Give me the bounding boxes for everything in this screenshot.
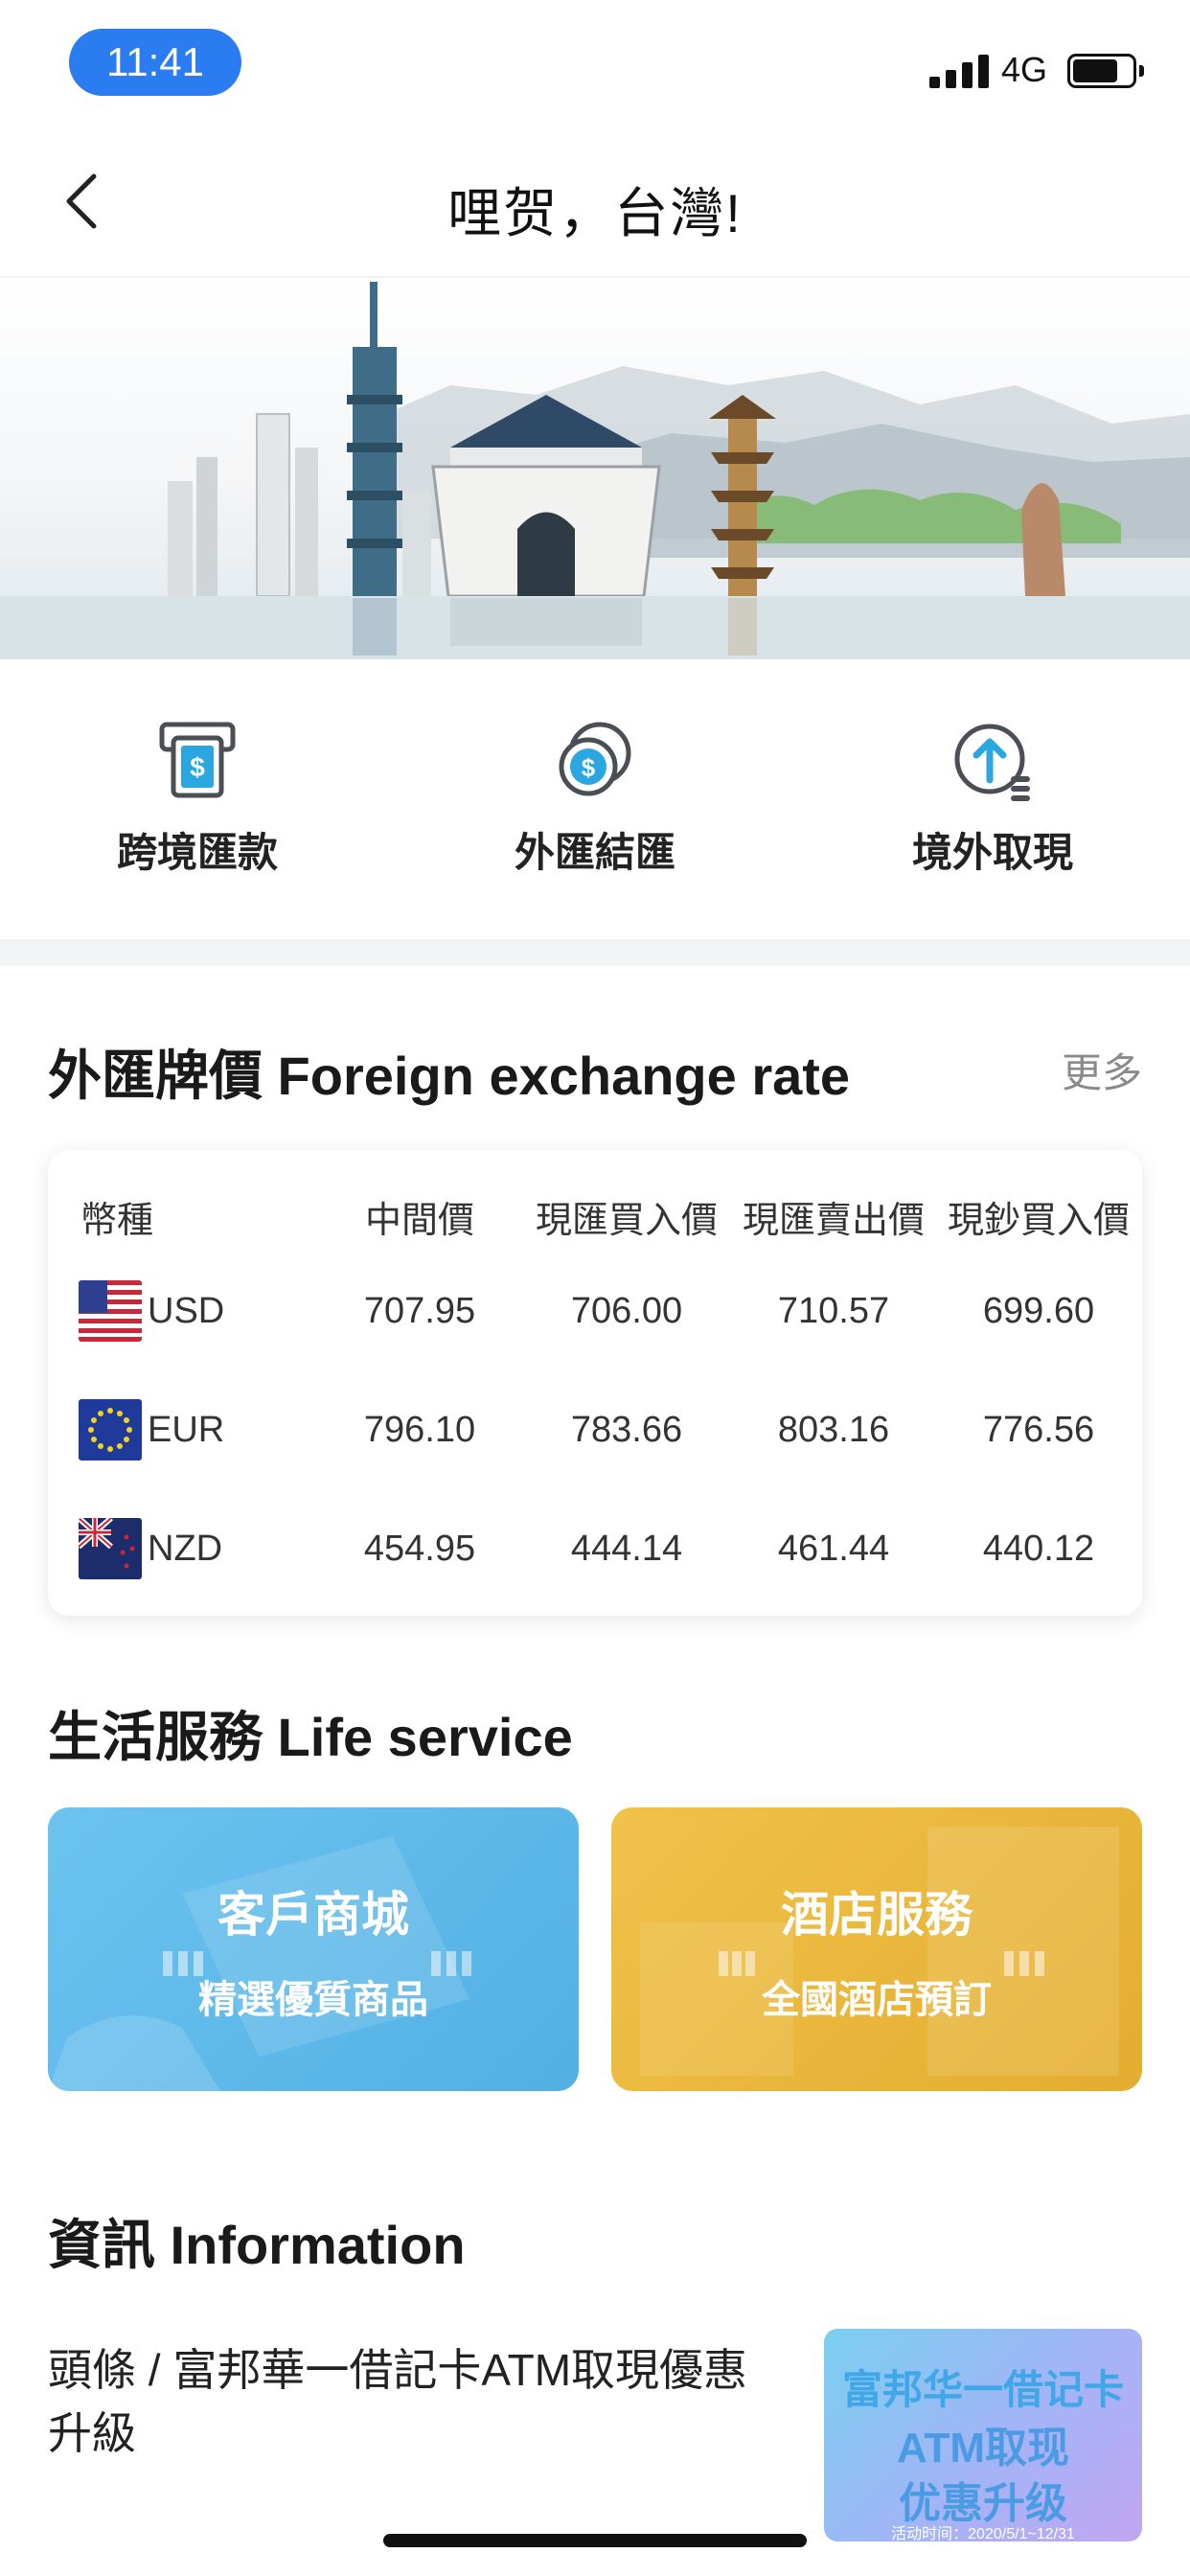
header-mid: 中間價 [364, 1201, 474, 1241]
fx-table-header: 幣種 中間價 現匯買入價 現匯賣出價 現鈔買入價 [48, 1192, 1142, 1250]
network-label: 4G [1001, 50, 1048, 89]
rate-cash-buy: 776.56 [982, 1410, 1095, 1450]
header-tt-sell: 現匯賣出價 [742, 1201, 925, 1241]
rate-mid: 454.95 [363, 1529, 476, 1569]
fx-section-title: 外匯牌價 Foreign exchange rate [48, 1046, 851, 1106]
fx-row-usd[interactable]: USD 707.95 706.00 710.57 699.60 [48, 1273, 1142, 1349]
rate-tt-buy: 444.14 [570, 1529, 683, 1569]
svg-text:$: $ [190, 752, 205, 782]
life-section-title: 生活服務 Life service [48, 1707, 573, 1767]
status-time: 11:41 [69, 29, 241, 96]
battery-tip [1139, 65, 1144, 77]
hotel-card-subtitle: 全國酒店預訂 [762, 1979, 992, 2021]
rate-cash-buy: 699.60 [982, 1291, 1095, 1331]
fx-row-eur[interactable]: EUR 796.10 783.66 803.16 776.56 [48, 1392, 1142, 1468]
nz-flag-icon [79, 1518, 142, 1579]
thumb-line: ATM取现 [896, 2425, 1070, 2472]
us-flag-icon [79, 1280, 142, 1342]
rate-tt-buy: 706.00 [570, 1291, 683, 1331]
rate-tt-sell: 803.16 [777, 1410, 890, 1450]
hotel-card-decoration [640, 1827, 1119, 2076]
quick-action-label: 跨境匯款 [116, 830, 278, 875]
quick-action-exchange[interactable]: $ 外匯結匯 [451, 717, 739, 879]
news-headline[interactable]: 頭條 / 富邦華一借記卡ATM取現優惠升級 [48, 2338, 776, 2465]
rate-tt-sell: 461.44 [777, 1529, 890, 1569]
upload-cash-icon [954, 724, 1030, 801]
fx-more-link[interactable]: 更多 [1062, 1041, 1142, 1099]
mall-card-decoration [48, 1836, 471, 2091]
mall-card[interactable]: 客戶商城 精選優質商品 [48, 1807, 579, 2091]
battery-icon [1067, 54, 1136, 88]
signal-icon [929, 54, 991, 88]
rate-tt-buy: 783.66 [570, 1410, 683, 1450]
quick-action-withdraw[interactable]: 境外取現 [849, 717, 1136, 879]
header-tt-buy: 現匯買入價 [535, 1201, 718, 1241]
rate-cash-buy: 440.12 [982, 1529, 1095, 1569]
svg-text:$: $ [582, 753, 596, 782]
quick-actions: $ 跨境匯款 $ 外匯結匯 境外取現 [0, 659, 1190, 939]
news-thumbnail[interactable]: 富邦华一借记卡 ATM取现 优惠升级 活动时间：2020/5/1~12/31 [824, 2329, 1142, 2542]
header-currency: 幣種 [80, 1201, 154, 1241]
nav-bar: 哩贺，台灣! [0, 125, 1190, 278]
page-title: 哩贺，台灣! [447, 183, 743, 243]
rate-mid: 796.10 [363, 1410, 476, 1450]
taiwan-banner-image [0, 280, 1190, 659]
coin-exchange-icon: $ [559, 722, 631, 796]
quick-action-label: 境外取現 [911, 830, 1073, 875]
status-bar: 11:41 4G [0, 0, 1190, 125]
currency-code: USD [148, 1291, 225, 1331]
info-section-title: 資訊 Information [48, 2215, 466, 2275]
rate-tt-sell: 710.57 [777, 1291, 890, 1331]
hotel-card-title: 酒店服務 [781, 1888, 973, 1942]
quick-action-label: 外匯結匯 [514, 830, 675, 875]
quick-action-remittance[interactable]: $ 跨境匯款 [54, 717, 341, 879]
fx-rate-table: 幣種 中間價 現匯買入價 現匯賣出價 現鈔買入價 USD 707.95 706.… [48, 1150, 1142, 1616]
rate-mid: 707.95 [363, 1291, 476, 1331]
mall-card-title: 客戶商城 [217, 1888, 409, 1942]
home-indicator[interactable] [383, 2534, 807, 2547]
section-divider [0, 939, 1190, 966]
fx-row-nzd[interactable]: NZD 454.95 444.14 461.44 440.12 [48, 1510, 1142, 1587]
mall-card-subtitle: 精選優質商品 [198, 1979, 428, 2021]
hotel-card[interactable]: 酒店服務 全國酒店預訂 [611, 1807, 1142, 2091]
currency-code: EUR [148, 1410, 225, 1450]
header-cash-buy: 現鈔買入價 [947, 1201, 1130, 1241]
currency-code: NZD [148, 1529, 223, 1569]
eu-flag-icon [79, 1399, 142, 1460]
thumb-line: 富邦华一借记卡 [841, 2367, 1124, 2412]
atm-dollar-icon: $ [159, 722, 236, 798]
thumb-line: 活动时间：2020/5/1~12/31 [891, 2526, 1075, 2542]
